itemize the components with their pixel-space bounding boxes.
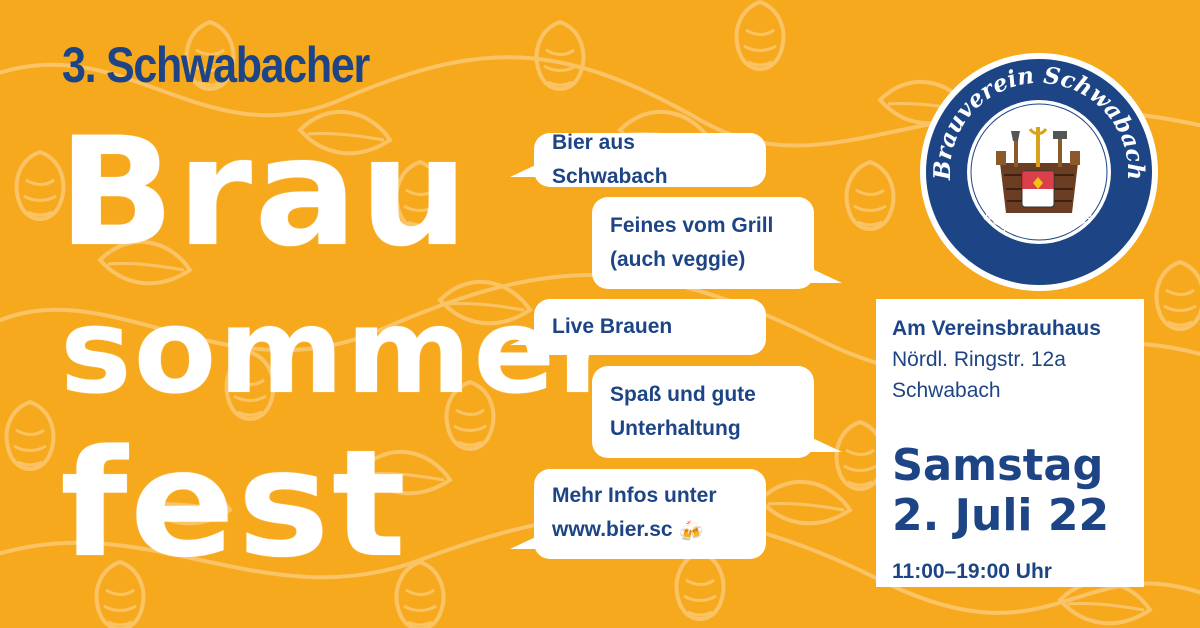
bubble-more-info: Mehr Infos unter www.bier.sc 🍻 (510, 469, 766, 559)
bubble-fun: Spaß und gute Unterhaltung (592, 366, 842, 458)
bubble-tail (510, 535, 540, 549)
bubble-tail (510, 163, 540, 177)
bubble-beer: Bier aus Schwabach (510, 131, 766, 188)
event-subtitle: 3. Schwabacher (62, 37, 370, 93)
bubble-text-line-1: Spaß und gute (610, 383, 756, 406)
bubble-tail (808, 436, 842, 452)
bubble-grill: Feines vom Grill (auch veggie) (592, 197, 842, 289)
poster: 3. Schwabacher Brau sommer fest Bier aus… (0, 0, 1200, 628)
website-link[interactable]: www.bier.sc (552, 518, 673, 541)
bubble-text-line-2: Unterhaltung (610, 417, 741, 440)
bubble-tail (808, 267, 842, 283)
venue-name: Am Vereinsbrauhaus (892, 317, 1101, 340)
bubble-link-line: www.bier.sc 🍻 (552, 513, 748, 549)
venue-city: Schwabach (892, 379, 1001, 402)
bubble-text-line-1: Mehr Infos unter (552, 484, 717, 507)
venue-street: Nördl. Ringstr. 12a (892, 348, 1066, 371)
beer-mugs-icon: 🍻 (678, 521, 704, 543)
bubble-live-brewing: Live Brauen (510, 299, 766, 355)
brauverein-seal-logo: Brauverein Schwabach gegründet 2020 (920, 53, 1158, 291)
bubble-text-line-1: Feines vom Grill (610, 214, 774, 237)
event-time: 11:00–19:00 Uhr (892, 560, 1052, 583)
event-day: Samstag (892, 440, 1104, 491)
event-date: 2. Juli 22 (892, 490, 1110, 541)
bubble-text: Bier aus Schwabach (552, 131, 668, 188)
event-info-card: Am Vereinsbrauhaus Nördl. Ringstr. 12a S… (876, 299, 1144, 587)
bubble-text-line-2: (auch veggie) (610, 248, 746, 271)
headline-word-fest: fest (60, 418, 409, 590)
bubble-tail (510, 331, 540, 345)
headline-word-brau: Brau (58, 106, 471, 280)
bubble-text: Live Brauen (552, 315, 673, 338)
